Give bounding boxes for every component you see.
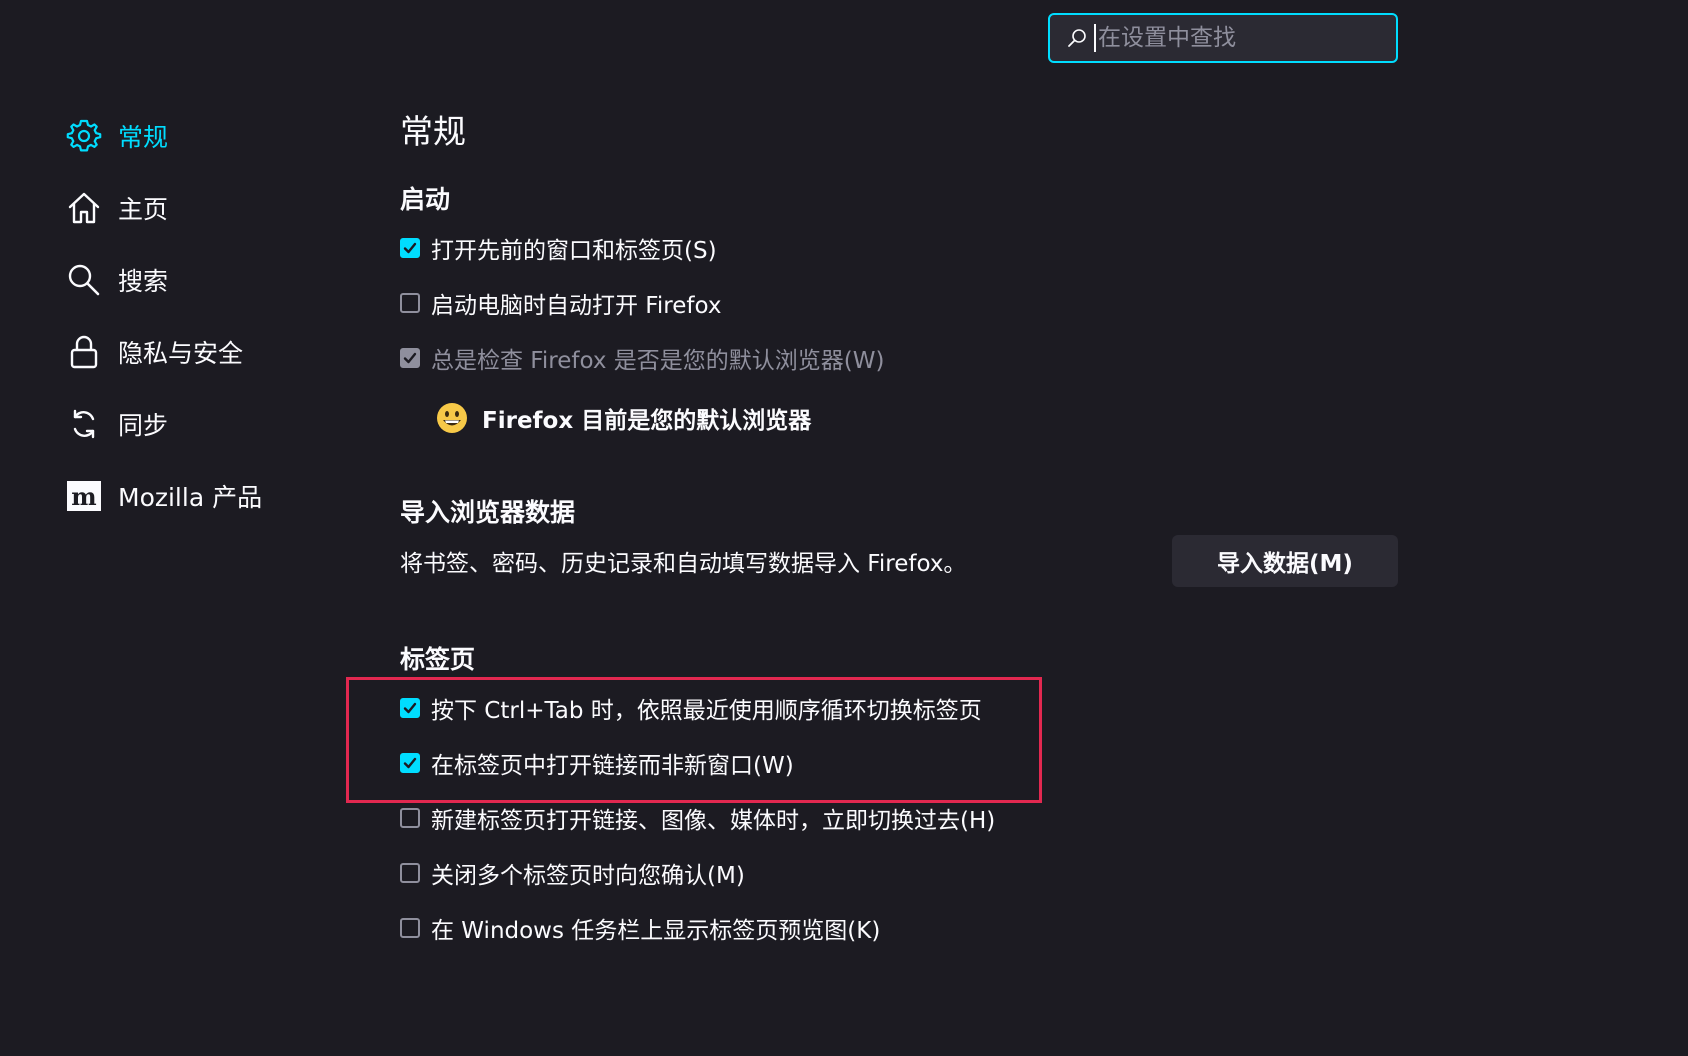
checkbox-checked[interactable] [400, 697, 420, 718]
checkbox-label: 新建标签页打开链接、图像、媒体时，立即切换过去(H) [431, 807, 996, 834]
sync-icon [64, 404, 104, 444]
grinning-face-icon [437, 403, 467, 433]
sidebar-item-search[interactable]: 搜索 [64, 244, 364, 316]
checkbox-label: 按下 Ctrl+Tab 时，依照最近使用顺序循环切换标签页 [431, 697, 982, 724]
sidebar-item-label: 主页 [118, 195, 169, 224]
search-icon [64, 260, 104, 300]
checkbox-unchecked[interactable] [400, 917, 420, 938]
autostart-checkbox[interactable]: 启动电脑时自动打开 Firefox [400, 275, 1400, 330]
sidebar-item-label: 搜索 [118, 267, 169, 296]
sidebar-item-mozilla[interactable]: m Mozilla 产品 [64, 460, 364, 532]
sidebar-item-home[interactable]: 主页 [64, 172, 364, 244]
tabs-heading: 标签页 [400, 645, 476, 674]
restore-session-checkbox[interactable]: 打开先前的窗口和标签页(S) [400, 220, 1400, 275]
open-links-in-tabs-checkbox[interactable]: 在标签页中打开链接而非新窗口(W) [400, 735, 1400, 790]
switch-to-new-tab-checkbox[interactable]: 新建标签页打开链接、图像、媒体时，立即切换过去(H) [400, 790, 1400, 845]
checkbox-checked[interactable] [400, 752, 420, 773]
checkbox-label: 关闭多个标签页时向您确认(M) [431, 862, 745, 889]
sidebar-item-privacy[interactable]: 隐私与安全 [64, 316, 364, 388]
search-input[interactable] [1094, 24, 1396, 52]
settings-page: 常规 主页 搜索 [0, 0, 1688, 1056]
checkbox-unchecked[interactable] [400, 807, 420, 828]
checkbox-unchecked[interactable] [400, 862, 420, 883]
home-icon [64, 188, 104, 228]
sidebar: 常规 主页 搜索 隐私与安全 同步 m Mozilla 产品 [64, 100, 364, 532]
sidebar-item-label: 常规 [118, 123, 169, 152]
gear-icon [64, 116, 104, 156]
main-content: 常规 启动 打开先前的窗口和标签页(S) 启动电脑时自动打开 Firefox 总… [400, 100, 1400, 955]
check-default-checkbox: 总是检查 Firefox 是否是您的默认浏览器(W) [400, 330, 1400, 385]
sidebar-item-label: Mozilla 产品 [118, 483, 263, 512]
confirm-close-tabs-checkbox[interactable]: 关闭多个标签页时向您确认(M) [400, 845, 1400, 900]
default-browser-message: Firefox 目前是您的默认浏览器 [400, 385, 1400, 451]
sidebar-item-general[interactable]: 常规 [64, 100, 364, 172]
checkbox-label: 总是检查 Firefox 是否是您的默认浏览器(W) [431, 347, 885, 374]
checkbox-checked-disabled [400, 347, 420, 368]
svg-text:m: m [71, 482, 96, 511]
checkbox-label: 打开先前的窗口和标签页(S) [431, 237, 717, 264]
lock-icon [64, 332, 104, 372]
import-description: 将书签、密码、历史记录和自动填写数据导入 Firefox。 [400, 550, 967, 577]
import-heading: 导入浏览器数据 [400, 498, 576, 527]
checkbox-unchecked[interactable] [400, 292, 420, 313]
sidebar-item-sync[interactable]: 同步 [64, 388, 364, 460]
default-browser-text: Firefox 目前是您的默认浏览器 [482, 408, 812, 434]
sidebar-item-label: 同步 [118, 411, 169, 440]
sidebar-item-label: 隐私与安全 [118, 339, 244, 368]
page-title: 常规 [400, 112, 466, 151]
mozilla-icon: m [64, 476, 104, 516]
settings-search[interactable] [1048, 13, 1398, 63]
import-data-button[interactable]: 导入数据(M) [1172, 535, 1398, 587]
checkbox-label: 在 Windows 任务栏上显示标签页预览图(K) [431, 917, 881, 944]
startup-heading: 启动 [400, 185, 451, 214]
import-row: 将书签、密码、历史记录和自动填写数据导入 Firefox。 导入数据(M) [400, 533, 1400, 588]
ctrl-tab-checkbox[interactable]: 按下 Ctrl+Tab 时，依照最近使用顺序循环切换标签页 [400, 680, 1400, 735]
search-icon [1066, 27, 1088, 49]
checkbox-label: 启动电脑时自动打开 Firefox [431, 292, 722, 319]
checkbox-checked[interactable] [400, 237, 420, 258]
checkbox-label: 在标签页中打开链接而非新窗口(W) [431, 752, 794, 779]
taskbar-preview-checkbox[interactable]: 在 Windows 任务栏上显示标签页预览图(K) [400, 900, 1400, 955]
